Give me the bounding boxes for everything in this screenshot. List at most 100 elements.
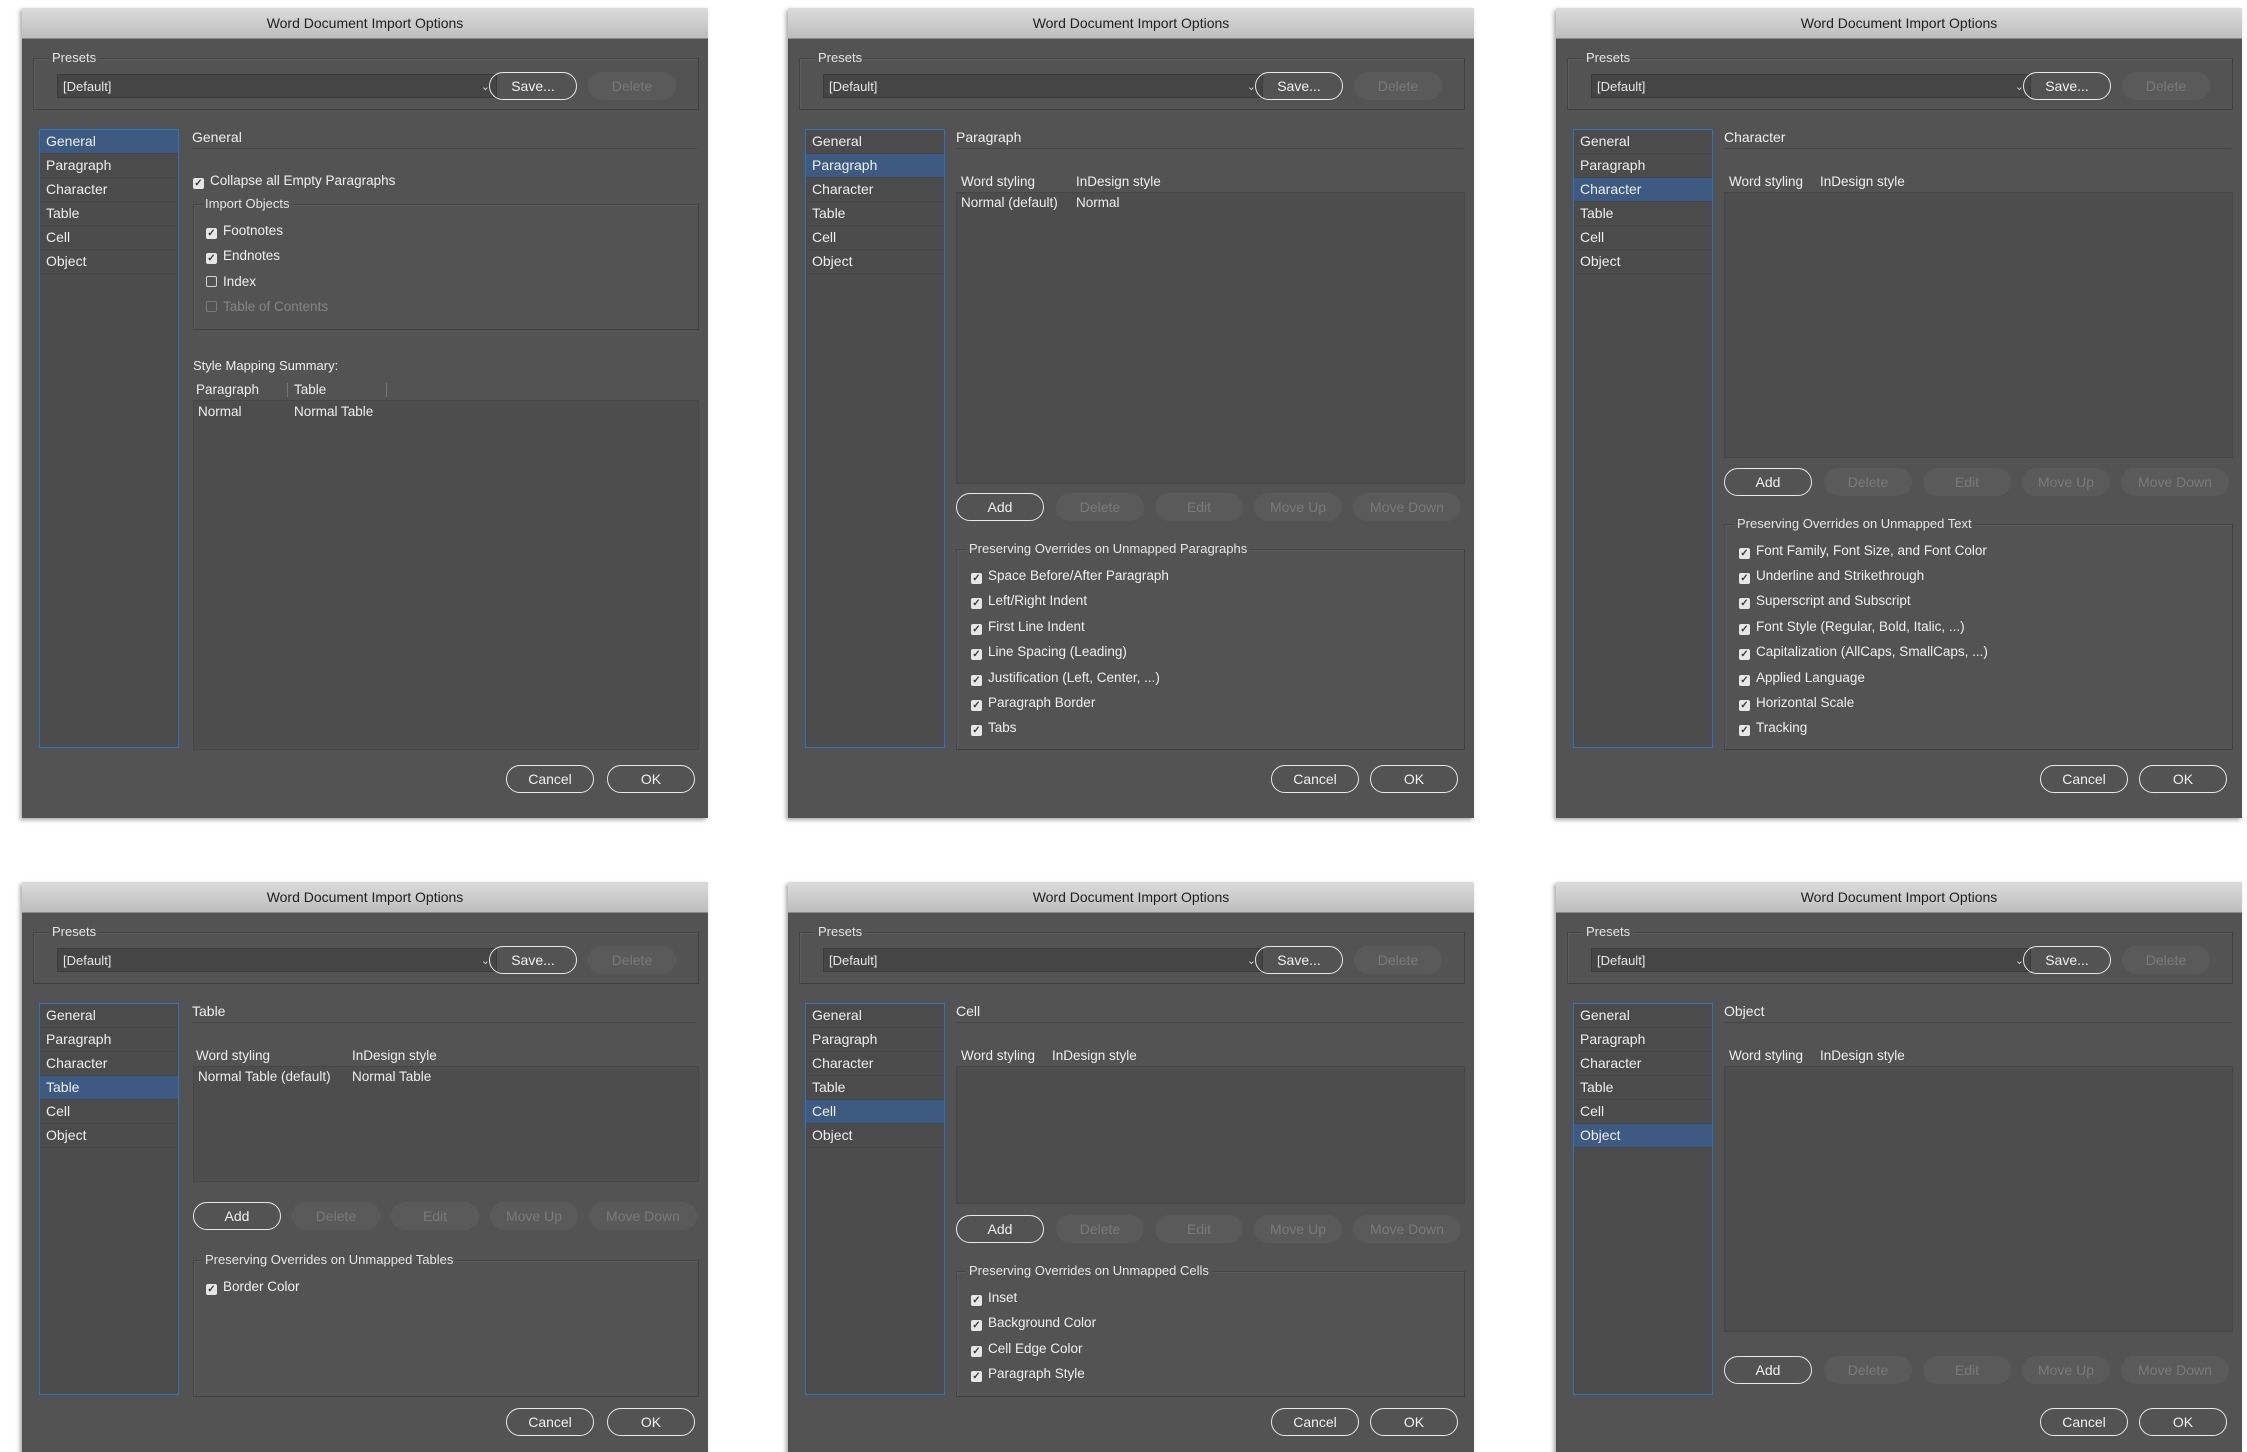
override-checkbox[interactable]: ✓ Horizontal Scale bbox=[1739, 694, 1854, 711]
footnotes-checkbox[interactable]: ✓ Footnotes bbox=[206, 222, 283, 239]
nav-item-object[interactable]: Object bbox=[806, 1124, 944, 1148]
ok-button[interactable]: OK bbox=[2139, 1408, 2227, 1436]
add-button[interactable]: Add bbox=[956, 1215, 1044, 1243]
save-button[interactable]: Save... bbox=[1255, 72, 1343, 100]
override-checkbox[interactable]: ✓ Line Spacing (Leading) bbox=[971, 643, 1127, 660]
nav-item-paragraph[interactable]: Paragraph bbox=[806, 154, 944, 178]
mapping-row-indesign[interactable]: Normal Table bbox=[352, 1069, 431, 1084]
nav-item-object[interactable]: Object bbox=[40, 250, 178, 274]
override-checkbox[interactable]: ✓ Space Before/After Paragraph bbox=[971, 567, 1169, 584]
cancel-button[interactable]: Cancel bbox=[2040, 1408, 2128, 1436]
override-checkbox[interactable]: ✓ Cell Edge Color bbox=[971, 1340, 1083, 1357]
nav-item-paragraph[interactable]: Paragraph bbox=[40, 154, 178, 178]
nav-item-object[interactable]: Object bbox=[1574, 250, 1712, 274]
mapping-row-word[interactable]: Normal Table (default) bbox=[198, 1069, 331, 1084]
add-button[interactable]: Add bbox=[1724, 468, 1812, 496]
cancel-button[interactable]: Cancel bbox=[1271, 1408, 1359, 1436]
nav-item-cell[interactable]: Cell bbox=[1574, 1100, 1712, 1124]
nav-item-object[interactable]: Object bbox=[806, 250, 944, 274]
save-button[interactable]: Save... bbox=[489, 946, 577, 974]
nav-item-object[interactable]: Object bbox=[1574, 1124, 1712, 1148]
nav-item-paragraph[interactable]: Paragraph bbox=[1574, 154, 1712, 178]
override-checkbox[interactable]: ✓ Paragraph Style bbox=[971, 1365, 1085, 1382]
preset-select[interactable]: [Default] ⌄ bbox=[823, 948, 1263, 972]
save-button[interactable]: Save... bbox=[1255, 946, 1343, 974]
override-checkbox[interactable]: ✓ Applied Language bbox=[1739, 669, 1865, 686]
nav-item-paragraph[interactable]: Paragraph bbox=[806, 1028, 944, 1052]
nav-item-object[interactable]: Object bbox=[40, 1124, 178, 1148]
nav-item-cell[interactable]: Cell bbox=[1574, 226, 1712, 250]
style-mapping-list[interactable] bbox=[956, 1066, 1465, 1204]
override-checkbox[interactable]: ✓ Underline and Strikethrough bbox=[1739, 567, 1924, 584]
preset-select[interactable]: [Default] ⌄ bbox=[57, 74, 497, 98]
nav-item-general[interactable]: General bbox=[1574, 1004, 1712, 1028]
override-checkbox[interactable]: ✓ Border Color bbox=[206, 1278, 300, 1295]
nav-item-paragraph[interactable]: Paragraph bbox=[40, 1028, 178, 1052]
nav-item-character[interactable]: Character bbox=[40, 178, 178, 202]
nav-item-character[interactable]: Character bbox=[1574, 1052, 1712, 1076]
nav-item-cell[interactable]: Cell bbox=[806, 1100, 944, 1124]
nav-item-general[interactable]: General bbox=[806, 1004, 944, 1028]
nav-item-character[interactable]: Character bbox=[806, 178, 944, 202]
nav-item-character[interactable]: Character bbox=[806, 1052, 944, 1076]
override-checkbox[interactable]: ✓ Background Color bbox=[971, 1314, 1096, 1331]
cancel-button[interactable]: Cancel bbox=[506, 1408, 594, 1436]
ok-button[interactable]: OK bbox=[2139, 765, 2227, 793]
nav-item-table[interactable]: Table bbox=[806, 1076, 944, 1100]
override-checkbox[interactable]: ✓ Left/Right Indent bbox=[971, 592, 1087, 609]
override-checkbox[interactable]: ✓ Justification (Left, Center, ...) bbox=[971, 669, 1160, 686]
nav-item-character[interactable]: Character bbox=[1574, 178, 1712, 202]
cancel-button[interactable]: Cancel bbox=[506, 765, 594, 793]
add-button[interactable]: Add bbox=[193, 1202, 281, 1230]
nav-item-character[interactable]: Character bbox=[40, 1052, 178, 1076]
override-checkbox[interactable]: ✓ Tabs bbox=[971, 719, 1017, 736]
checkbox-label: Font Style (Regular, Bold, Italic, ...) bbox=[1756, 619, 1965, 634]
dialog-table: Word Document Import Options Presets [De… bbox=[22, 882, 708, 1452]
nav-item-general[interactable]: General bbox=[806, 130, 944, 154]
cancel-button[interactable]: Cancel bbox=[2040, 765, 2128, 793]
preset-select[interactable]: [Default] ⌄ bbox=[1591, 948, 2031, 972]
save-button[interactable]: Save... bbox=[2023, 946, 2111, 974]
nav-item-table[interactable]: Table bbox=[806, 202, 944, 226]
preset-select[interactable]: [Default] ⌄ bbox=[823, 74, 1263, 98]
nav-item-table[interactable]: Table bbox=[1574, 1076, 1712, 1100]
endnotes-checkbox[interactable]: ✓ Endnotes bbox=[206, 247, 280, 264]
override-checkbox[interactable]: ✓ Capitalization (AllCaps, SmallCaps, ...… bbox=[1739, 643, 1988, 660]
ok-button[interactable]: OK bbox=[1370, 1408, 1458, 1436]
mapping-row-indesign[interactable]: Normal bbox=[1076, 195, 1120, 210]
add-button[interactable]: Add bbox=[956, 493, 1044, 521]
override-checkbox[interactable]: ✓ Font Family, Font Size, and Font Color bbox=[1739, 542, 1987, 559]
cancel-button[interactable]: Cancel bbox=[1271, 765, 1359, 793]
nav-item-table[interactable]: Table bbox=[40, 1076, 178, 1100]
nav-item-table[interactable]: Table bbox=[1574, 202, 1712, 226]
nav-item-cell[interactable]: Cell bbox=[806, 226, 944, 250]
override-checkbox[interactable]: ✓ Font Style (Regular, Bold, Italic, ...) bbox=[1739, 618, 1965, 635]
preset-select[interactable]: [Default] ⌄ bbox=[57, 948, 497, 972]
nav-item-cell[interactable]: Cell bbox=[40, 1100, 178, 1124]
override-checkbox[interactable]: ✓ Tracking bbox=[1739, 719, 1807, 736]
nav-item-general[interactable]: General bbox=[1574, 130, 1712, 154]
save-button[interactable]: Save... bbox=[489, 72, 577, 100]
style-mapping-list[interactable] bbox=[956, 192, 1465, 484]
nav-item-cell[interactable]: Cell bbox=[40, 226, 178, 250]
save-button[interactable]: Save... bbox=[2023, 72, 2111, 100]
collapse-empty-paragraphs-checkbox[interactable]: ✓ Collapse all Empty Paragraphs bbox=[193, 172, 395, 189]
nav-item-general[interactable]: General bbox=[40, 130, 178, 154]
index-checkbox[interactable]: Index bbox=[206, 273, 256, 290]
override-checkbox[interactable]: ✓ Superscript and Subscript bbox=[1739, 592, 1911, 609]
mapping-row-word[interactable]: Normal (default) bbox=[961, 195, 1058, 210]
override-checkbox[interactable]: ✓ Paragraph Border bbox=[971, 694, 1095, 711]
preset-select[interactable]: [Default] ⌄ bbox=[1591, 74, 2031, 98]
override-checkbox[interactable]: ✓ First Line Indent bbox=[971, 618, 1085, 635]
nav-item-table[interactable]: Table bbox=[40, 202, 178, 226]
ok-button[interactable]: OK bbox=[607, 765, 695, 793]
ok-button[interactable]: OK bbox=[1370, 765, 1458, 793]
ok-button[interactable]: OK bbox=[607, 1408, 695, 1436]
style-mapping-list[interactable] bbox=[1724, 1066, 2233, 1332]
override-checkbox[interactable]: ✓ Inset bbox=[971, 1289, 1017, 1306]
nav-item-paragraph[interactable]: Paragraph bbox=[1574, 1028, 1712, 1052]
nav-item-general[interactable]: General bbox=[40, 1004, 178, 1028]
add-button[interactable]: Add bbox=[1724, 1356, 1812, 1384]
preset-value: [Default] bbox=[63, 79, 112, 94]
style-mapping-list[interactable] bbox=[1724, 192, 2233, 458]
